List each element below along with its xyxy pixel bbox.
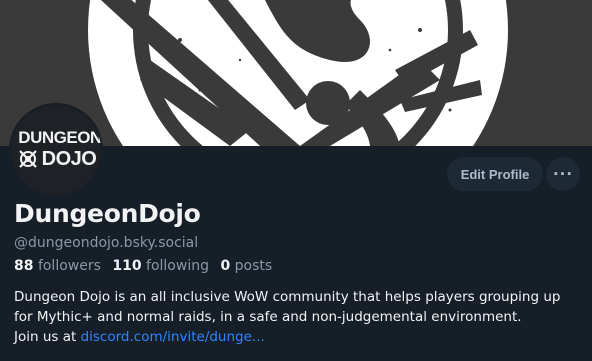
posts-label: posts <box>234 258 273 274</box>
crossed-swords-icon <box>18 150 37 168</box>
display-name: DungeonDojo <box>14 199 201 228</box>
bio-line: for Mythic+ and normal raids, in a safe … <box>14 309 522 325</box>
profile-bio: Dungeon Dojo is an all inclusive WoW com… <box>14 287 584 347</box>
avatar-logo-top-text: DUNGEON <box>18 128 102 147</box>
followers-label: followers <box>37 258 101 274</box>
avatar-logo-bottom-text: DOJO <box>41 148 97 170</box>
discord-link[interactable]: discord.com/invite/dunge... <box>81 329 265 345</box>
following-link[interactable]: 110 following <box>112 258 209 274</box>
profile-stats: 88 followers 110 following 0 posts <box>14 258 272 274</box>
following-label: following <box>146 258 209 274</box>
bio-join-text: Join us at <box>14 329 81 345</box>
avatar[interactable]: DUNGEON DOJO <box>9 103 103 197</box>
edit-profile-button[interactable]: Edit Profile <box>447 157 543 191</box>
posts-stat: 0 posts <box>220 258 272 274</box>
ellipsis-icon: ··· <box>552 165 574 183</box>
profile-handle: @dungeondojo.bsky.social <box>14 235 199 251</box>
followers-link[interactable]: 88 followers <box>14 258 101 274</box>
bio-line: Dungeon Dojo is an all inclusive WoW com… <box>14 289 561 305</box>
bio-line: Join us at discord.com/invite/dunge... <box>14 327 584 347</box>
followers-count: 88 <box>14 258 34 274</box>
posts-count: 0 <box>220 258 231 274</box>
following-count: 110 <box>112 258 142 274</box>
more-options-button[interactable]: ··· <box>546 157 580 191</box>
